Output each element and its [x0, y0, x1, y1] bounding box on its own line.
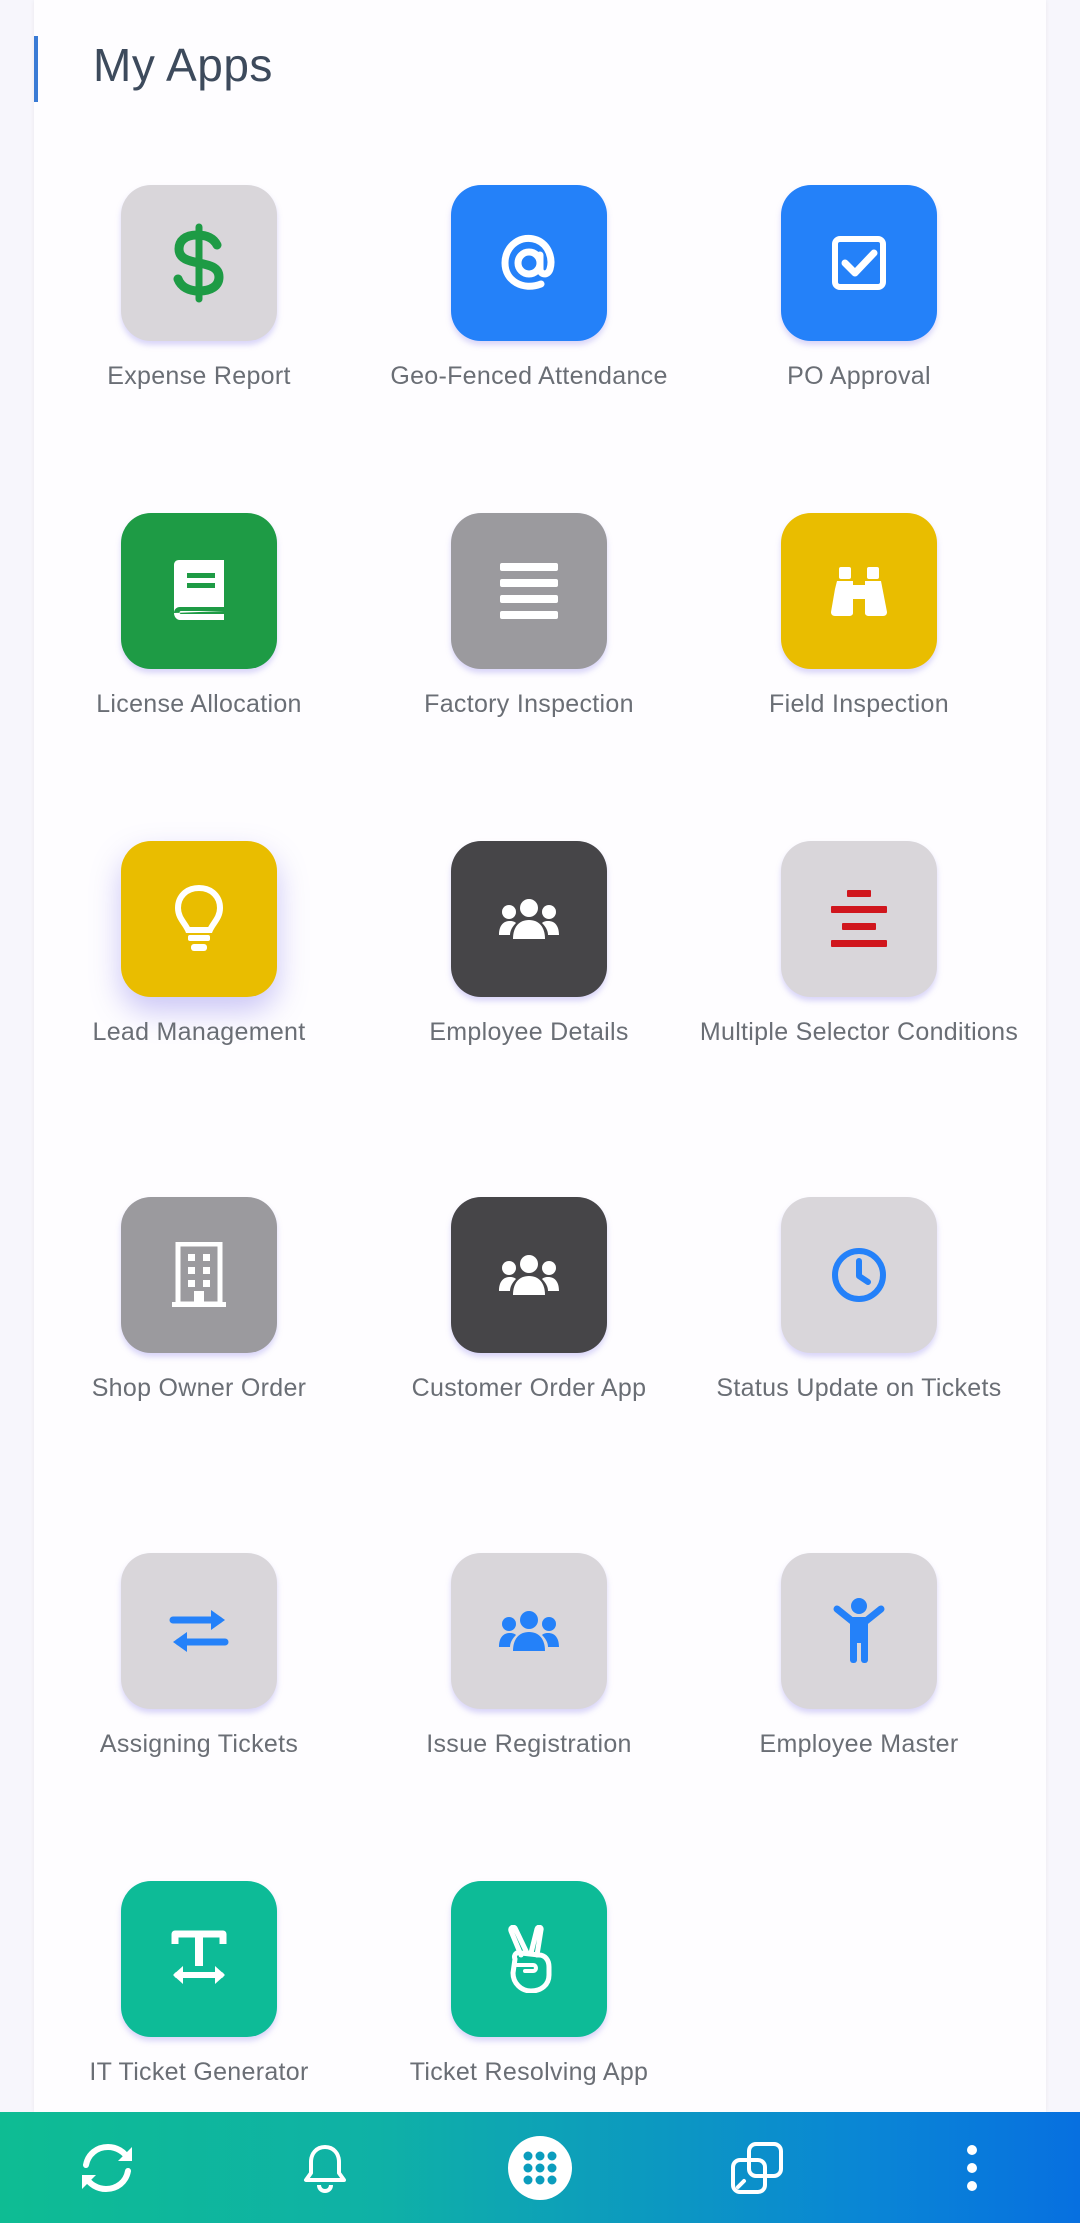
app-employee-master[interactable]: Employee Master — [694, 1553, 1024, 1793]
app-tile[interactable] — [781, 1197, 937, 1353]
app-tile[interactable] — [121, 1197, 277, 1353]
app-tile[interactable] — [121, 185, 277, 341]
app-tile[interactable] — [451, 1197, 607, 1353]
person-arms-up-icon — [833, 1598, 885, 1663]
users-icon — [499, 1611, 559, 1651]
app-label: Assigning Tickets — [99, 1730, 299, 1758]
binoculars-icon — [831, 567, 887, 616]
apps-card: My Apps Expense Report Geo-Fenced Attend… — [34, 0, 1046, 2112]
bottom-navigation-bar — [0, 2112, 1080, 2223]
app-license-allocation[interactable]: License Allocation — [34, 513, 364, 753]
app-it-ticket-generator[interactable]: IT Ticket Generator — [34, 1881, 364, 2121]
app-label: License Allocation — [96, 690, 302, 718]
at-sign-icon — [501, 235, 555, 290]
dollar-icon — [173, 223, 224, 303]
app-issue-registration[interactable]: Issue Registration — [364, 1553, 694, 1793]
windows-icon — [731, 2141, 783, 2194]
bell-icon — [304, 2144, 346, 2193]
app-label: Issue Registration — [426, 1730, 632, 1758]
nav-sync-button[interactable] — [52, 2112, 162, 2223]
nav-more-button[interactable] — [917, 2112, 1027, 2223]
app-label: Geo-Fenced Attendance — [390, 362, 668, 390]
align-center-icon — [831, 890, 887, 947]
app-tile[interactable] — [451, 513, 607, 669]
app-label: Factory Inspection — [424, 690, 634, 718]
app-tile[interactable] — [451, 1553, 607, 1709]
app-ticket-resolving-app[interactable]: Ticket Resolving App — [364, 1881, 694, 2121]
app-status-update-on-tickets[interactable]: Status Update on Tickets — [694, 1197, 1024, 1437]
app-tile[interactable] — [451, 1881, 607, 2037]
apps-grid-icon — [523, 2151, 557, 2184]
app-field-inspection[interactable]: Field Inspection — [694, 513, 1024, 753]
clock-icon — [832, 1248, 886, 1302]
app-tile[interactable] — [781, 841, 937, 997]
nav-windows-button[interactable] — [702, 2112, 812, 2223]
app-label: PO Approval — [787, 362, 931, 390]
app-label: IT Ticket Generator — [89, 2058, 309, 2086]
app-tile[interactable] — [121, 841, 277, 997]
app-factory-inspection[interactable]: Factory Inspection — [364, 513, 694, 753]
app-geo-fenced-attendance[interactable]: Geo-Fenced Attendance — [364, 185, 694, 425]
app-tile[interactable] — [781, 513, 937, 669]
users-icon — [499, 899, 559, 939]
app-label: Shop Owner Order — [91, 1374, 307, 1402]
page-title: My Apps — [93, 39, 273, 91]
nav-notifications-button[interactable] — [270, 2112, 380, 2223]
app-lead-management[interactable]: Lead Management — [34, 841, 364, 1081]
header-accent-bar — [34, 36, 38, 102]
app-customer-order-app[interactable]: Customer Order App — [364, 1197, 694, 1437]
checkbox-icon — [832, 236, 886, 290]
exchange-arrows-icon — [169, 1610, 229, 1652]
app-label: Multiple Selector Conditions — [699, 1018, 1019, 1046]
app-tile[interactable] — [451, 185, 607, 341]
app-label: Employee Details — [429, 1018, 629, 1046]
app-label: Employee Master — [759, 1730, 959, 1758]
more-vertical-icon — [967, 2144, 977, 2191]
building-icon — [172, 1242, 226, 1307]
nav-apps-button[interactable] — [485, 2112, 595, 2223]
app-multiple-selector-conditions[interactable]: Multiple Selector Conditions — [694, 841, 1024, 1081]
app-label: Lead Management — [92, 1018, 306, 1046]
book-icon — [174, 560, 224, 620]
lightbulb-icon — [174, 884, 224, 951]
app-tile[interactable] — [121, 513, 277, 669]
sync-icon — [82, 2143, 132, 2192]
app-expense-report[interactable]: Expense Report — [34, 185, 364, 425]
users-icon — [499, 1255, 559, 1295]
peace-hand-icon — [508, 1925, 552, 1993]
app-tile[interactable] — [121, 1553, 277, 1709]
app-label: Ticket Resolving App — [409, 2058, 649, 2086]
app-employee-details[interactable]: Employee Details — [364, 841, 694, 1081]
app-label: Field Inspection — [769, 690, 949, 718]
app-tile[interactable] — [451, 841, 607, 997]
list-lines-icon — [500, 563, 558, 619]
app-tile[interactable] — [781, 185, 937, 341]
app-label: Customer Order App — [411, 1374, 647, 1402]
app-po-approval[interactable]: PO Approval — [694, 185, 1024, 425]
text-width-icon — [171, 1930, 227, 1984]
app-assigning-tickets[interactable]: Assigning Tickets — [34, 1553, 364, 1793]
app-tile[interactable] — [781, 1553, 937, 1709]
app-label: Expense Report — [107, 362, 291, 390]
app-label: Status Update on Tickets — [716, 1374, 1002, 1402]
nav-apps-active-circle[interactable] — [508, 2135, 572, 2200]
app-shop-owner-order[interactable]: Shop Owner Order — [34, 1197, 364, 1437]
app-tile[interactable] — [121, 1881, 277, 2037]
